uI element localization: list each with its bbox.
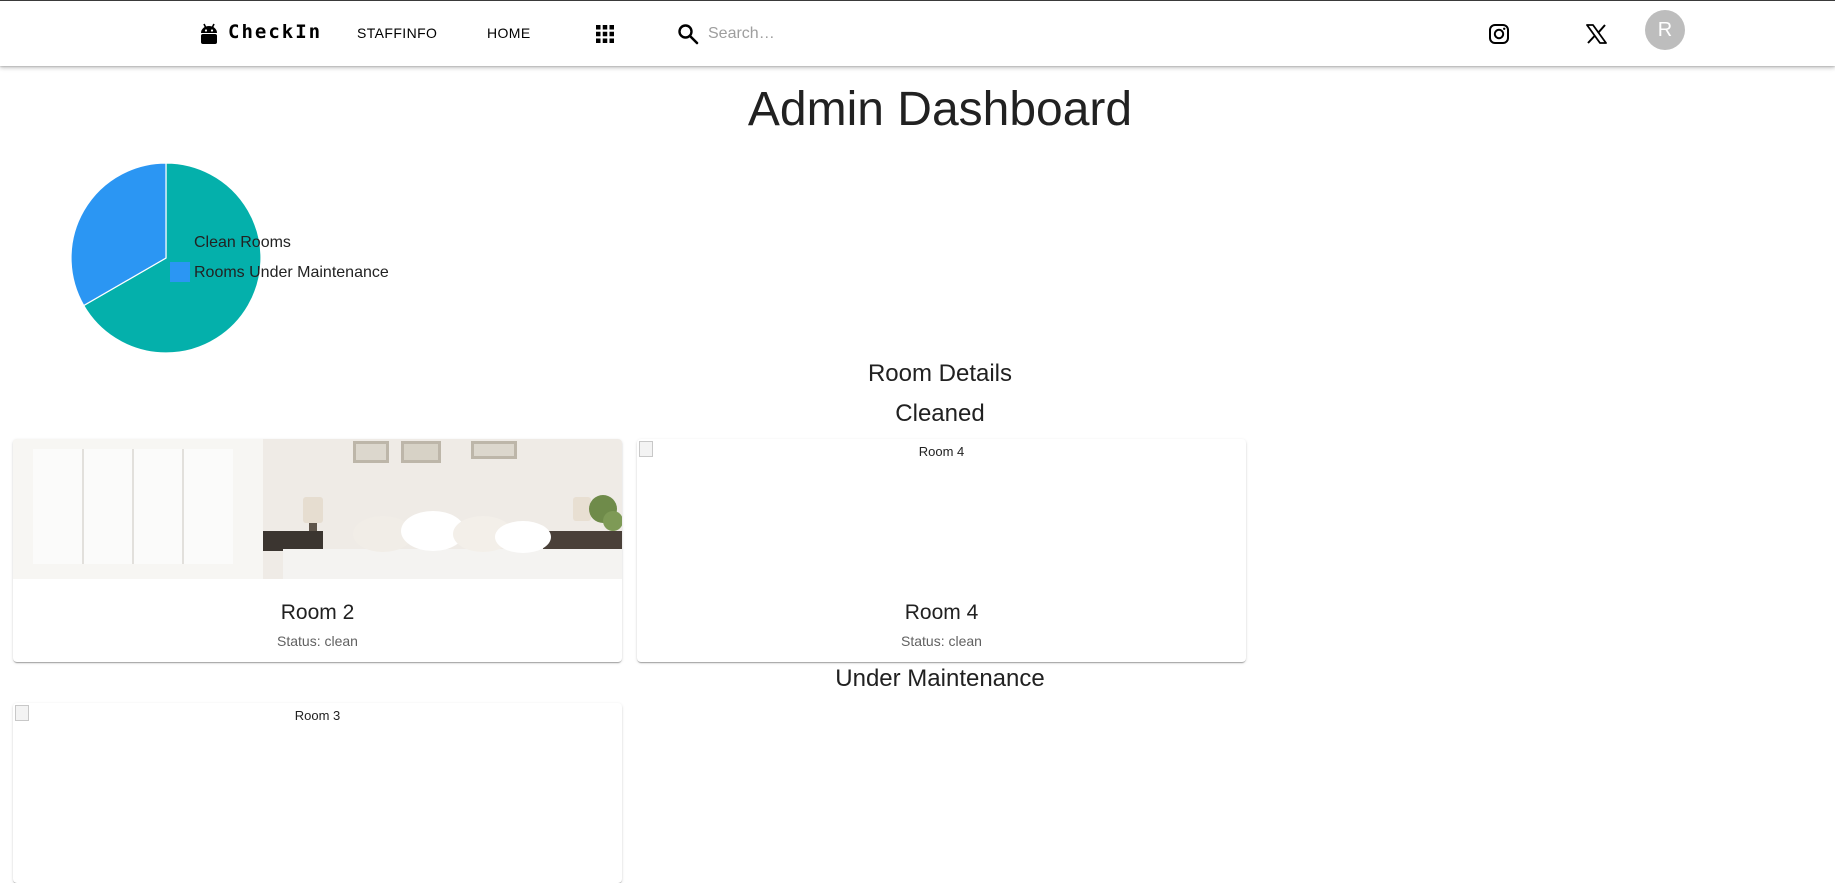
room-title: Room 2	[280, 601, 355, 624]
room-status-pie-chart: Clean Rooms Rooms Under Maintenance	[60, 150, 420, 360]
under-maintenance-heading: Under Maintenance	[835, 665, 1045, 692]
image-alt-text: Room 4	[918, 444, 965, 459]
search-icon	[678, 24, 699, 45]
broken-image-icon	[15, 705, 29, 721]
nav-home[interactable]: HOME	[487, 25, 531, 41]
pie-chart-svg	[70, 162, 262, 354]
room-card[interactable]: Room 2 Status: clean	[13, 439, 622, 662]
broken-image-icon	[639, 441, 653, 457]
instagram-icon[interactable]	[1488, 23, 1510, 45]
page-title: Admin Dashboard	[747, 83, 1133, 136]
android-logo-icon	[201, 23, 217, 44]
room-card[interactable]: Room 3	[13, 703, 622, 883]
cleaned-heading: Cleaned	[895, 400, 985, 427]
room-photo-broken: Room 4	[637, 439, 1246, 579]
room-card[interactable]: Room 4 Room 4 Status: clean	[637, 439, 1246, 662]
room-status: Status: clean	[277, 633, 358, 649]
x-twitter-icon[interactable]	[1586, 24, 1607, 44]
room-photo-broken: Room 3	[13, 703, 622, 843]
app-bar: CheckIn STAFFINFO HOME R	[0, 0, 1835, 66]
room-title: Room 4	[904, 601, 979, 624]
user-avatar[interactable]: R	[1645, 10, 1685, 50]
legend-swatch-maintenance	[170, 262, 190, 282]
legend-label-clean-rooms: Clean Rooms	[194, 234, 291, 251]
room-status: Status: clean	[901, 633, 982, 649]
brand-name[interactable]: CheckIn	[228, 21, 322, 43]
nav-staffinfo[interactable]: STAFFINFO	[357, 25, 437, 41]
room-photo	[13, 439, 622, 579]
image-alt-text: Room 3	[294, 708, 341, 723]
search-input[interactable]	[708, 21, 1008, 47]
bedroom-image	[13, 439, 622, 579]
legend-label-maintenance: Rooms Under Maintenance	[194, 264, 389, 281]
apps-grid-icon[interactable]	[596, 25, 614, 43]
room-details-heading: Room Details	[867, 360, 1013, 387]
